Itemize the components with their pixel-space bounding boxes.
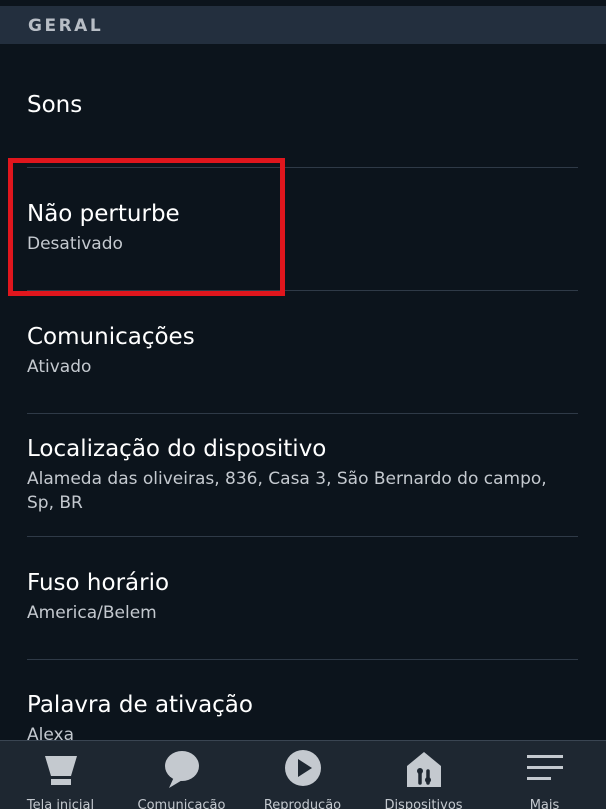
nav-label: Mais bbox=[529, 798, 560, 809]
setting-status: America/Belem bbox=[27, 603, 157, 623]
section-header: GERAL bbox=[0, 6, 606, 44]
divider bbox=[27, 536, 578, 537]
menu-icon bbox=[526, 755, 563, 780]
nav-label: Dispositivos bbox=[384, 798, 463, 809]
setting-status: Desativado bbox=[27, 234, 123, 254]
setting-title: Sons bbox=[27, 92, 83, 118]
setting-status: Alexa bbox=[27, 725, 74, 740]
speech-bubble-icon bbox=[164, 751, 199, 788]
nav-tab-devices[interactable]: Dispositivos bbox=[363, 741, 484, 809]
setting-title: Localização do dispositivo bbox=[27, 436, 327, 462]
bottom-nav: Tela inicial Comunicação Reprodução Disp… bbox=[0, 740, 606, 809]
devices-icon bbox=[406, 752, 441, 787]
setting-title: Não perturbe bbox=[27, 201, 180, 227]
divider bbox=[27, 167, 578, 168]
setting-title: Palavra de ativação bbox=[27, 692, 253, 718]
divider bbox=[27, 659, 578, 660]
nav-label: Tela inicial bbox=[26, 798, 95, 809]
settings-list: Sons Não perturbe Desativado Comunicaçõe… bbox=[0, 44, 606, 740]
setting-title: Fuso horário bbox=[27, 570, 170, 596]
setting-wake-word[interactable]: Palavra de ativação Alexa bbox=[27, 690, 578, 740]
nav-label: Reprodução bbox=[263, 798, 342, 809]
setting-do-not-disturb[interactable]: Não perturbe Desativado bbox=[27, 199, 578, 256]
divider bbox=[27, 290, 578, 291]
setting-address: Alameda das oliveiras, 836, Casa 3, São … bbox=[27, 469, 547, 513]
divider bbox=[27, 413, 578, 414]
nav-tab-communication[interactable]: Comunicação bbox=[121, 741, 242, 809]
setting-device-location[interactable]: Localização do dispositivo Alameda das o… bbox=[27, 434, 578, 515]
section-title: GERAL bbox=[28, 16, 104, 36]
nav-tab-home[interactable]: Tela inicial bbox=[0, 741, 121, 809]
nav-tab-playback[interactable]: Reprodução bbox=[242, 741, 363, 809]
nav-label: Comunicação bbox=[137, 798, 226, 809]
setting-communications[interactable]: Comunicações Ativado bbox=[27, 322, 578, 379]
nav-tab-more[interactable]: Mais bbox=[484, 741, 605, 809]
home-icon bbox=[44, 756, 77, 785]
setting-time-zone[interactable]: Fuso horário America/Belem bbox=[27, 568, 578, 625]
setting-status: Ativado bbox=[27, 357, 92, 377]
setting-title: Comunicações bbox=[27, 324, 195, 350]
play-icon bbox=[284, 750, 321, 786]
setting-sounds[interactable]: Sons bbox=[27, 90, 578, 120]
